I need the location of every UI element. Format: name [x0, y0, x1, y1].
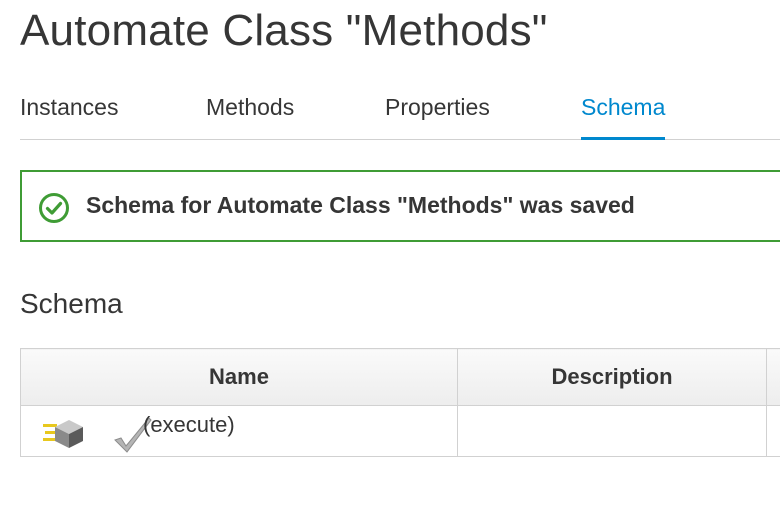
success-alert: Schema for Automate Class "Methods" was … [20, 170, 780, 242]
alert-message: Schema for Automate Class "Methods" was … [86, 192, 635, 218]
tab-bar: Instances Methods Properties Schema [20, 86, 780, 140]
description-cell[interactable] [457, 405, 767, 457]
table-row[interactable]: (execute) [20, 405, 780, 457]
schema-heading: Schema [20, 288, 123, 319]
name-cell[interactable]: (execute) [20, 405, 458, 457]
tab-methods[interactable]: Methods [206, 94, 294, 139]
page-title: Automate Class "Methods" [20, 6, 548, 55]
schema-table: Name Description (execute) [20, 348, 780, 457]
column-header-name[interactable]: Name [20, 348, 458, 406]
name-cell-content: (execute) [21, 406, 457, 456]
method-icon [43, 420, 83, 448]
table-header-row: Name Description [20, 348, 780, 406]
field-name: (execute) [143, 412, 235, 437]
tab-schema[interactable]: Schema [581, 94, 666, 140]
tab-instances[interactable]: Instances [20, 94, 118, 139]
column-header-description[interactable]: Description [457, 348, 767, 406]
check-circle-icon [39, 193, 69, 223]
tab-properties[interactable]: Properties [385, 94, 490, 139]
column-header-filler [766, 348, 780, 406]
page: Automate Class "Methods" Instances Metho… [0, 0, 780, 518]
filler-cell [766, 405, 780, 457]
